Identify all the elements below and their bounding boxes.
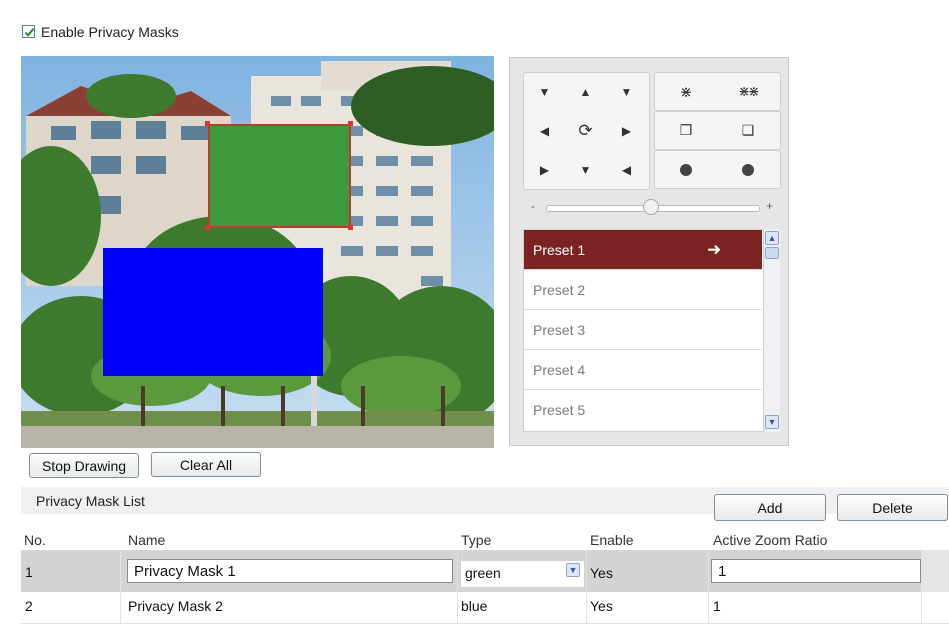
arrow-up-right-icon: ▼ bbox=[620, 85, 633, 99]
preset-item[interactable]: Preset 2 bbox=[524, 270, 762, 310]
mask-zoom-ratio: 1 bbox=[713, 598, 721, 614]
pan-up-button[interactable]: ▲ bbox=[565, 73, 606, 111]
check-icon bbox=[24, 28, 35, 37]
column-divider bbox=[921, 550, 922, 624]
column-divider bbox=[120, 550, 121, 624]
preset-label: Preset 1 bbox=[533, 242, 586, 258]
speed-plus-label: + bbox=[766, 199, 774, 213]
focus-near-button[interactable]: ❐ bbox=[655, 112, 717, 149]
scroll-down-icon[interactable]: ▼ bbox=[765, 415, 779, 429]
row-no: 2 bbox=[25, 598, 33, 614]
arrow-down-left-icon: ▶ bbox=[539, 163, 550, 177]
preset-list: Preset 1 ➜ Preset 2 Preset 3 Preset 4 Pr… bbox=[523, 229, 780, 432]
mask-name: Privacy Mask 2 bbox=[128, 598, 223, 614]
enable-privacy-masks-checkbox[interactable] bbox=[22, 25, 35, 38]
arrow-left-icon: ◀ bbox=[539, 124, 550, 138]
mask-resize-handle[interactable] bbox=[205, 121, 210, 126]
mask-resize-handle[interactable] bbox=[348, 121, 353, 126]
speed-minus-label: - bbox=[531, 199, 535, 213]
column-header-active-zoom-ratio: Active Zoom Ratio bbox=[713, 532, 828, 548]
preset-item[interactable]: Preset 1 ➜ bbox=[524, 230, 762, 270]
scrollbar-thumb[interactable] bbox=[765, 247, 779, 259]
focus-far-button[interactable]: ❏ bbox=[717, 112, 779, 149]
zoom-out-icon: ⋇⋇ bbox=[738, 83, 760, 99]
stop-drawing-button[interactable]: Stop Drawing bbox=[29, 453, 139, 478]
pan-down-left-button[interactable]: ▶ bbox=[524, 151, 565, 189]
row-no: 1 bbox=[25, 564, 33, 580]
preset-label: Preset 2 bbox=[533, 282, 586, 298]
iris-open-button[interactable] bbox=[655, 151, 717, 188]
mask-resize-handle[interactable] bbox=[205, 225, 210, 230]
preset-item[interactable]: Preset 3 bbox=[524, 310, 762, 350]
pan-right-button[interactable]: ▶ bbox=[606, 112, 647, 150]
privacy-mask-1-region[interactable] bbox=[208, 124, 351, 228]
mask-enable: Yes bbox=[590, 598, 613, 614]
ptz-direction-pad: ▼ ▲ ▼ ◀ ⟳ ▶ ▶ ▼ ◀ bbox=[523, 72, 650, 190]
call-preset-arrow-icon[interactable]: ➜ bbox=[707, 230, 721, 270]
scroll-up-icon[interactable]: ▲ bbox=[765, 231, 779, 245]
arrow-down-icon: ▼ bbox=[579, 163, 592, 177]
table-row-tail bbox=[921, 550, 949, 592]
column-divider bbox=[457, 550, 458, 624]
pan-down-right-button[interactable]: ◀ bbox=[606, 151, 647, 189]
mask-enable-value: Yes bbox=[590, 565, 613, 581]
ptz-speed-slider-knob[interactable] bbox=[643, 199, 659, 215]
zoom-in-button[interactable]: ⋇ bbox=[655, 73, 717, 110]
iris-open-icon bbox=[680, 163, 692, 176]
focus-control-group: ❐ ❏ bbox=[654, 111, 781, 150]
focus-near-icon: ❐ bbox=[679, 122, 693, 138]
enable-privacy-masks-label: Enable Privacy Masks bbox=[41, 24, 179, 40]
preset-label: Preset 4 bbox=[533, 362, 586, 378]
iris-close-icon bbox=[742, 163, 754, 176]
mask-resize-handle[interactable] bbox=[348, 225, 353, 230]
arrow-down-right-icon: ◀ bbox=[621, 163, 632, 177]
privacy-mask-list-title: Privacy Mask List bbox=[36, 493, 145, 509]
pan-left-button[interactable]: ◀ bbox=[524, 112, 565, 150]
mask-name-input[interactable] bbox=[127, 559, 453, 583]
add-mask-button[interactable]: Add bbox=[714, 494, 826, 521]
auto-rotate-icon: ⟳ bbox=[578, 121, 593, 140]
mask-type: blue bbox=[461, 598, 488, 614]
column-header-name: Name bbox=[128, 532, 166, 548]
delete-mask-button[interactable]: Delete bbox=[837, 494, 948, 521]
privacy-mask-2-region[interactable] bbox=[103, 248, 323, 376]
preset-label: Preset 3 bbox=[533, 322, 586, 338]
column-header-enable: Enable bbox=[590, 532, 634, 548]
arrow-right-icon: ▶ bbox=[621, 124, 632, 138]
zoom-control-group: ⋇ ⋇⋇ bbox=[654, 72, 781, 111]
chevron-down-icon[interactable]: ▼ bbox=[566, 563, 580, 577]
column-header-no: No. bbox=[24, 532, 46, 548]
pan-up-right-button[interactable]: ▼ bbox=[606, 73, 647, 111]
iris-control-group bbox=[654, 150, 781, 189]
column-divider bbox=[586, 550, 587, 624]
column-header-type: Type bbox=[461, 532, 492, 548]
preset-scrollbar[interactable]: ▲ ▼ bbox=[763, 229, 780, 432]
zoom-in-icon: ⋇ bbox=[679, 83, 693, 101]
zoom-out-button[interactable]: ⋇⋇ bbox=[717, 73, 779, 110]
preset-label: Preset 5 bbox=[533, 402, 586, 418]
pan-down-button[interactable]: ▼ bbox=[565, 151, 606, 189]
mask-type-value: green bbox=[465, 565, 501, 581]
preset-item[interactable]: Preset 5 bbox=[524, 390, 762, 430]
focus-far-icon: ❏ bbox=[741, 122, 755, 138]
arrow-up-left-icon: ▼ bbox=[538, 85, 551, 99]
preset-item[interactable]: Preset 4 bbox=[524, 350, 762, 390]
auto-rotate-button[interactable]: ⟳ bbox=[565, 112, 606, 150]
clear-all-button[interactable]: Clear All bbox=[151, 452, 261, 477]
pan-up-left-button[interactable]: ▼ bbox=[524, 73, 565, 111]
arrow-up-icon: ▲ bbox=[579, 85, 592, 99]
iris-close-button[interactable] bbox=[717, 151, 779, 188]
active-zoom-ratio-input[interactable] bbox=[711, 559, 921, 583]
column-divider bbox=[708, 550, 709, 624]
